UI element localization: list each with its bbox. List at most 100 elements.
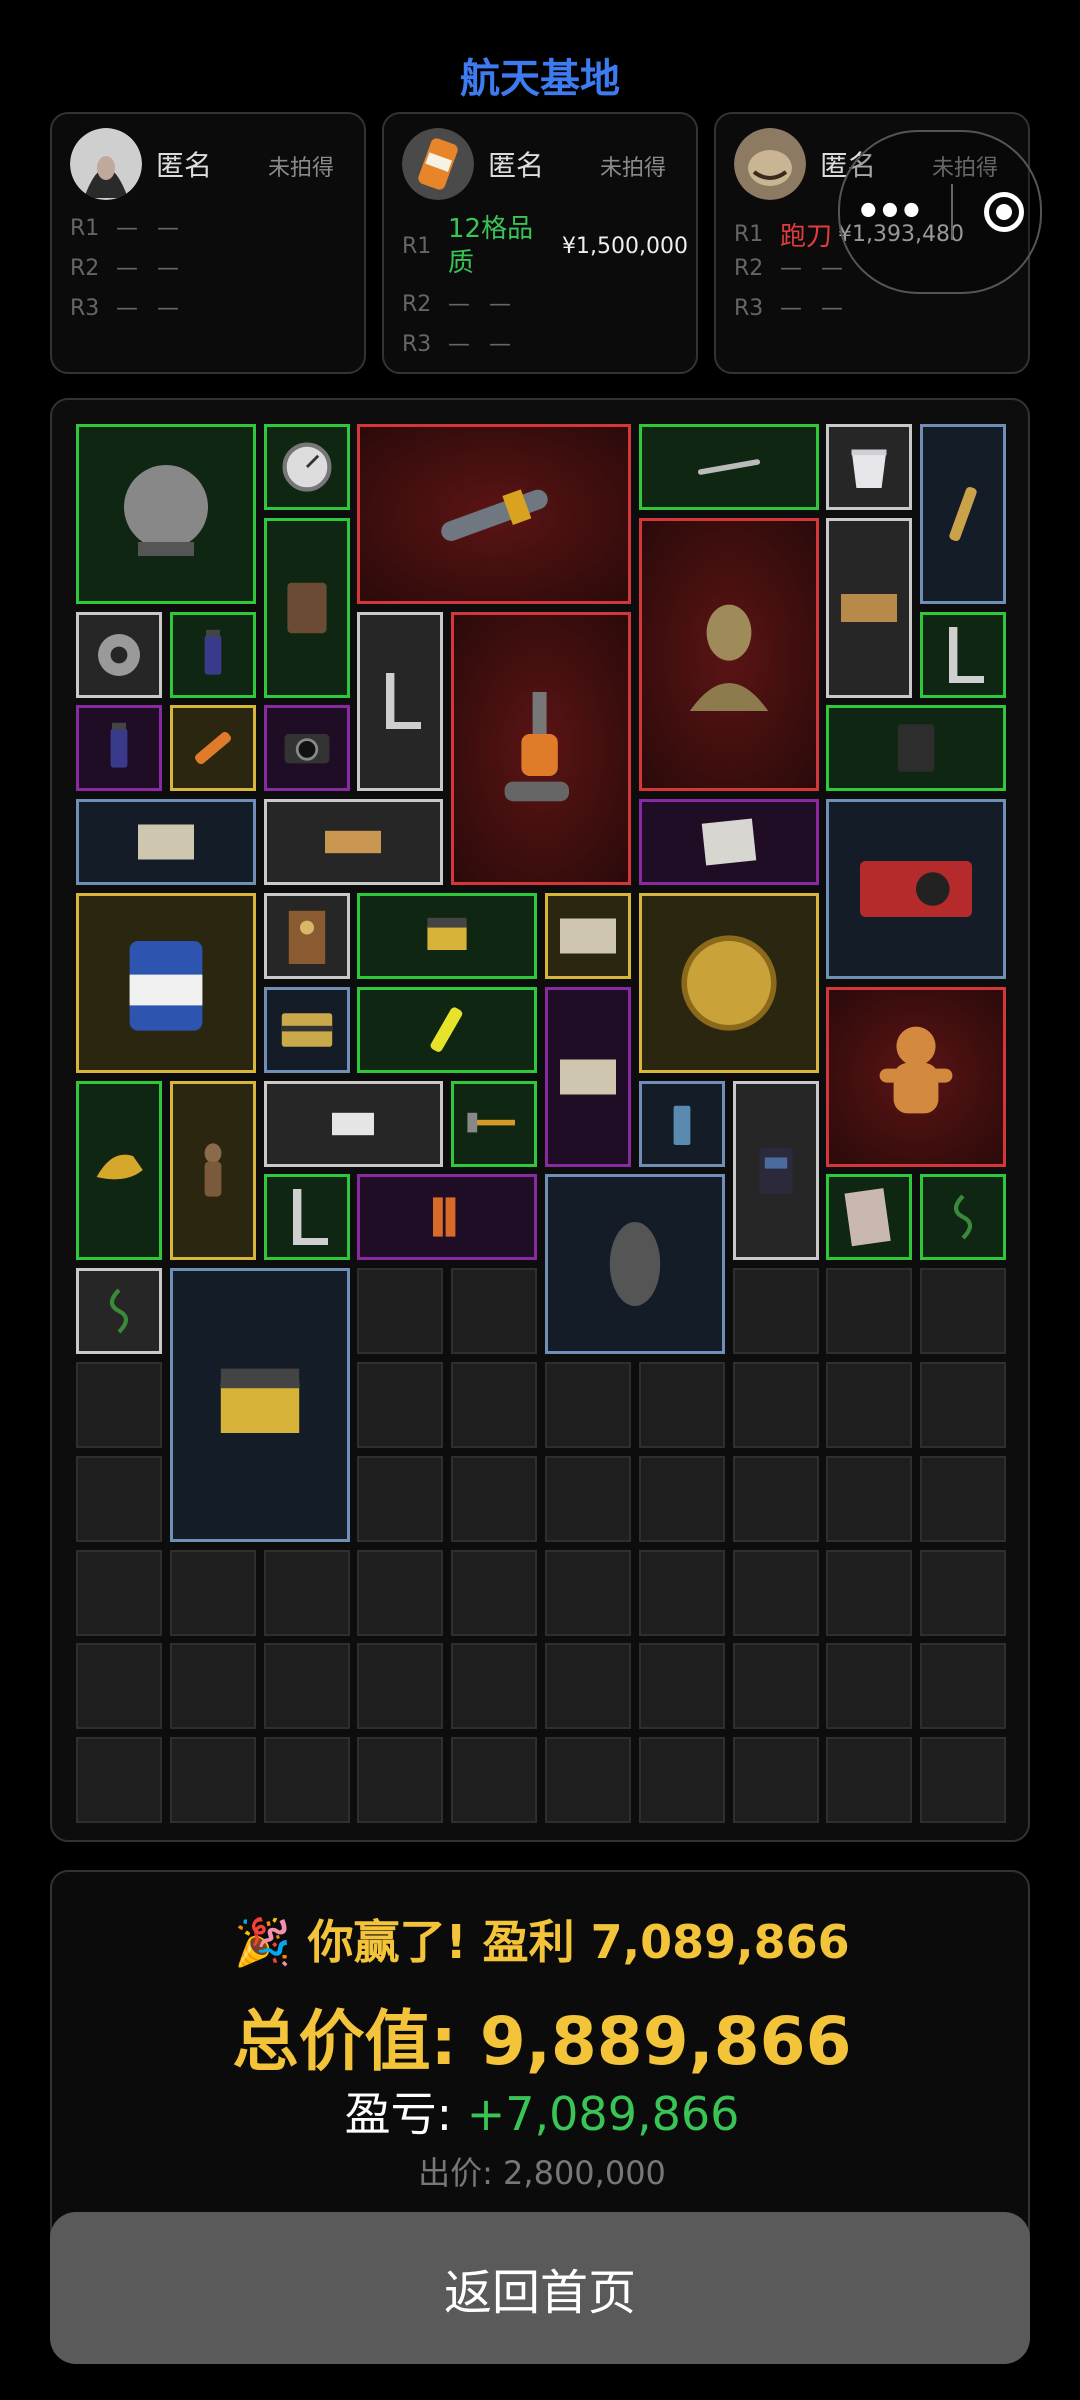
item-vial[interactable] — [76, 705, 162, 792]
clock-cabinet-icon — [288, 910, 325, 964]
page-title: 航天基地 — [460, 56, 620, 102]
empty-slot — [920, 1362, 1007, 1448]
item-wood-panel[interactable] — [263, 799, 444, 886]
player-card: 匿名 未拍得 R1 12格品质 ¥1,500,000 R2— — R3— — — [382, 112, 698, 374]
empty-slot — [545, 1737, 631, 1824]
item-glue-stick[interactable] — [357, 986, 538, 1073]
item-missile[interactable] — [357, 424, 631, 604]
empty-slot — [357, 1268, 444, 1355]
item-pc-case[interactable] — [732, 1080, 819, 1261]
empty-slot — [638, 1737, 725, 1824]
item-camera[interactable] — [263, 705, 350, 792]
vial-icon — [204, 629, 222, 675]
item-old-map[interactable] — [76, 799, 256, 886]
item-map-drawing[interactable] — [638, 799, 819, 886]
item-nail-box[interactable] — [357, 893, 538, 979]
item-graphics-card[interactable] — [826, 799, 1007, 979]
empty-slot — [638, 1362, 725, 1448]
player-status: 未拍得 — [599, 156, 666, 181]
empty-slot — [451, 1455, 538, 1542]
bid-label: 跑刀 — [780, 222, 833, 252]
item-magazine[interactable] — [826, 1174, 913, 1261]
empty-slot — [545, 1455, 631, 1542]
empty-slot — [76, 1643, 162, 1730]
item-old-map[interactable] — [545, 893, 631, 979]
win-banner: 🎉 你赢了! 盈利 7,089,866 — [52, 1906, 1032, 1972]
close-target-icon[interactable] — [984, 192, 1025, 232]
empty-slot — [451, 1362, 538, 1448]
item-yogurt-cup[interactable] — [826, 424, 913, 510]
empty-slot — [545, 1643, 631, 1730]
item-rope[interactable] — [76, 1268, 162, 1355]
item-hammer[interactable] — [451, 1080, 538, 1167]
item-flashlight[interactable] — [169, 705, 256, 792]
item-nail-box[interactable] — [169, 1268, 350, 1542]
empty-slot — [920, 1549, 1007, 1636]
missile-icon — [441, 489, 548, 541]
item-l-square[interactable] — [263, 1174, 350, 1261]
item-gingerbread-man[interactable] — [826, 986, 1007, 1167]
empty-slot — [169, 1643, 256, 1730]
return-home-button[interactable]: 返回首页 — [50, 2212, 1030, 2364]
empty-slot — [732, 1643, 819, 1730]
item-jackal-head[interactable] — [76, 1080, 162, 1261]
item-vial[interactable] — [169, 611, 256, 698]
empty-slot — [357, 1643, 444, 1730]
empty-slot — [732, 1362, 819, 1448]
profit-loss: 盈亏: +7,089,866 — [344, 2087, 740, 2141]
item-battery[interactable] — [638, 1080, 725, 1167]
inventory-grid — [50, 398, 1030, 1842]
item-clock-cabinet[interactable] — [263, 893, 350, 979]
item-old-map[interactable] — [545, 986, 631, 1167]
pc-case-icon — [758, 1148, 793, 1195]
bid-amount: ¥1,500,000 — [562, 233, 688, 259]
flashlight-icon — [194, 732, 231, 765]
pressure-gauge-icon — [282, 442, 332, 492]
empty-slot — [732, 1549, 819, 1636]
item-metal-rod[interactable] — [638, 424, 819, 510]
item-spice-rack[interactable] — [76, 424, 256, 604]
item-supply-crate[interactable] — [263, 986, 350, 1073]
item-tape-roll[interactable] — [76, 611, 162, 698]
item-gold-coin[interactable] — [638, 893, 819, 1073]
player-card: 匿名 未拍得 R1— — R2— — R3— — — [50, 112, 366, 374]
empty-slot — [357, 1455, 444, 1542]
item-stone[interactable] — [545, 1174, 725, 1355]
rope-icon — [109, 1288, 129, 1334]
item-vacuum-cleaner[interactable] — [451, 611, 631, 886]
item-statuette[interactable] — [169, 1080, 256, 1261]
jackal-head-icon — [96, 1155, 143, 1180]
leather-notebook-icon — [286, 582, 327, 633]
item-bust-statue[interactable] — [638, 517, 819, 792]
empty-slot — [826, 1268, 913, 1355]
empty-slot — [451, 1643, 538, 1730]
item-carpet-square[interactable] — [826, 517, 913, 698]
more-icon[interactable]: ••• — [856, 189, 925, 235]
round-row: R2— — — [734, 256, 849, 281]
item-l-square[interactable] — [357, 611, 444, 792]
item-leather-notebook[interactable] — [263, 517, 350, 698]
photo-icon — [332, 1112, 375, 1135]
item-battery-pack[interactable] — [357, 1174, 538, 1261]
item-diary[interactable] — [826, 705, 1007, 792]
item-l-square[interactable] — [920, 611, 1007, 698]
empty-slot — [357, 1549, 444, 1636]
empty-slot — [638, 1549, 725, 1636]
item-rope[interactable] — [920, 1174, 1007, 1261]
item-photo[interactable] — [263, 1080, 444, 1167]
empty-slot — [638, 1455, 725, 1542]
round-row: R3— — — [70, 296, 185, 321]
item-telescope[interactable] — [920, 424, 1007, 604]
item-pressure-gauge[interactable] — [263, 424, 350, 510]
round-row: R3— — — [734, 296, 849, 321]
item-paint-can[interactable] — [76, 893, 256, 1073]
empty-slot — [263, 1549, 350, 1636]
glue-stick-icon — [430, 1007, 463, 1052]
profit-value: +7,089,866 — [466, 2087, 740, 2141]
l-square-icon — [949, 626, 985, 683]
empty-slot — [76, 1549, 162, 1636]
bid-price: 出价: 2,800,000 — [418, 2154, 666, 2192]
empty-slot — [826, 1549, 913, 1636]
empty-slot — [451, 1737, 538, 1824]
metal-rod-icon — [697, 459, 760, 475]
